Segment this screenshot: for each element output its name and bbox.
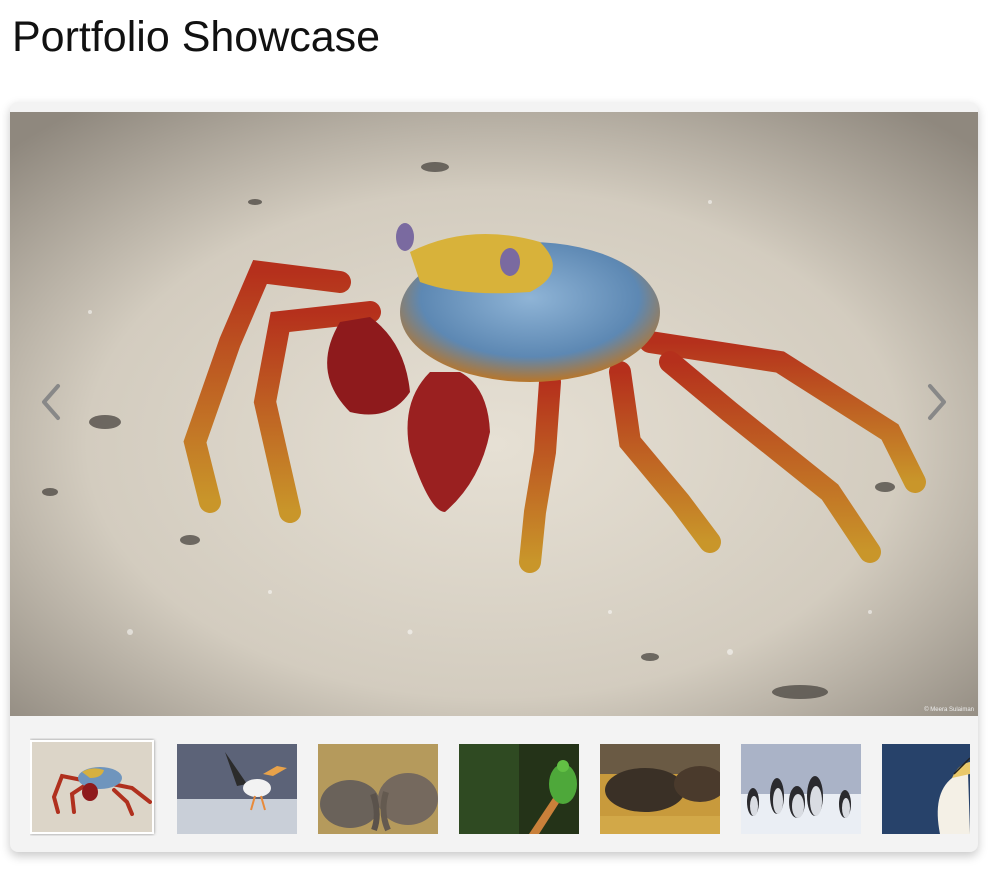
thumbnail-gannet[interactable] [882, 744, 970, 834]
thumbnail-bison[interactable] [600, 744, 720, 834]
thumbnail-elephants[interactable] [318, 744, 438, 834]
chevron-left-icon [42, 384, 60, 420]
thumbnail-crab[interactable] [30, 740, 154, 834]
thumbnail-pelican[interactable] [177, 744, 297, 834]
thumbnail-penguins[interactable] [741, 744, 861, 834]
photo-credit: © Meera Sulaiman [924, 707, 974, 713]
page-title: Portfolio Showcase [12, 13, 381, 61]
next-button[interactable] [916, 380, 956, 424]
chevron-right-icon [928, 384, 946, 420]
thumbnail-frog[interactable] [459, 744, 579, 834]
gallery-container: © Meera Sulaiman [10, 102, 978, 852]
thumbnail-strip [30, 738, 970, 836]
crab-photo [10, 112, 978, 716]
previous-button[interactable] [32, 380, 72, 424]
main-image: © Meera Sulaiman [10, 112, 978, 716]
